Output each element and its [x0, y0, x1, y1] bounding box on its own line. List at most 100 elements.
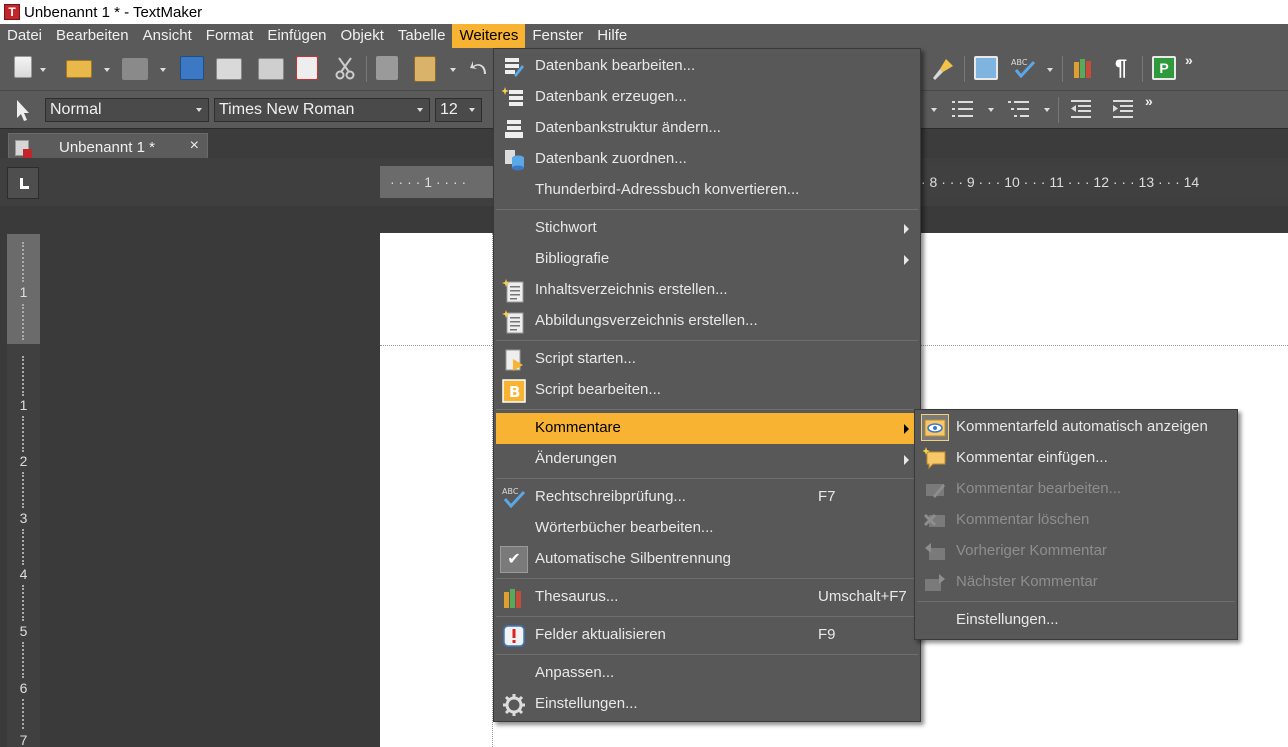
close-tab-icon[interactable]: × — [190, 137, 199, 155]
menu-item-label: Script starten... — [535, 350, 636, 367]
menu-hilfe[interactable]: Hilfe — [590, 24, 634, 48]
horizontal-ruler[interactable]: · · · · 1 · · · · — [380, 166, 494, 198]
horizontal-ruler-right[interactable]: · 8 · · · 9 · · · 10 · · · 11 · · · 12 ·… — [921, 166, 1288, 198]
menu-item-script-bearbeiten[interactable]: B Script bearbeiten... — [496, 375, 918, 406]
menu-objekt[interactable]: Objekt — [334, 24, 391, 48]
pilcrow-icon[interactable]: ¶ — [1110, 56, 1132, 80]
menu-separator — [496, 578, 918, 579]
vertical-ruler[interactable]: 1 1 2 3 4 5 6 7 — [7, 234, 40, 747]
menu-item-label: Rechtschreibprüfung... — [535, 488, 686, 505]
menu-separator — [917, 601, 1235, 602]
menu-item-abbildungsverzeichnis[interactable]: Abbildungsverzeichnis erstellen... — [496, 306, 918, 337]
menu-item-script-starten[interactable]: Script starten... — [496, 344, 918, 375]
copy-icon[interactable] — [376, 56, 398, 80]
cut-icon[interactable] — [334, 56, 356, 80]
submenu-item-kommentarfeld-anzeigen[interactable]: Kommentarfeld automatisch anzeigen — [917, 412, 1235, 443]
menu-item-label: Script bearbeiten... — [535, 381, 661, 398]
ruler-dots — [22, 416, 25, 452]
outline-list-dropdown-icon[interactable] — [1044, 108, 1050, 112]
align-dropdown-icon[interactable] — [931, 108, 937, 112]
menu-item-label: Bibliografie — [535, 250, 610, 267]
vruler-number: 4 — [19, 566, 28, 582]
outline-list-icon[interactable] — [1006, 97, 1032, 121]
pointer-icon[interactable] — [12, 97, 34, 123]
toolbar-overflow-icon[interactable]: » — [1185, 52, 1193, 68]
numbered-list-dropdown-icon[interactable] — [988, 108, 994, 112]
submenu-item-einstellungen[interactable]: Einstellungen... — [917, 605, 1235, 636]
comment-next-icon — [925, 574, 945, 591]
menu-format[interactable]: Format — [199, 24, 261, 48]
menu-item-label: Einstellungen... — [535, 695, 638, 712]
menu-item-label: Einstellungen... — [956, 611, 1059, 628]
paste-icon[interactable] — [414, 56, 436, 82]
menu-bearbeiten[interactable]: Bearbeiten — [49, 24, 136, 48]
spellcheck-dropdown-icon[interactable] — [1047, 68, 1053, 72]
format-painter-icon[interactable] — [930, 56, 956, 82]
decrease-indent-icon[interactable] — [1068, 97, 1094, 121]
camera-icon[interactable] — [122, 58, 148, 80]
submenu-item-kommentar-bearbeiten: Kommentar bearbeiten... — [917, 474, 1235, 505]
paste-dropdown-icon[interactable] — [450, 68, 456, 72]
menu-item-bibliografie[interactable]: Bibliografie — [496, 244, 918, 275]
menu-fenster[interactable]: Fenster — [525, 24, 590, 48]
menu-ansicht[interactable]: Ansicht — [136, 24, 199, 48]
font-combo[interactable]: Times New Roman — [214, 98, 430, 122]
menu-item-datenbankstruktur-aendern[interactable]: Datenbankstruktur ändern... — [496, 113, 918, 144]
menu-item-label: Anpassen... — [535, 664, 615, 681]
print-preview-icon[interactable] — [258, 58, 284, 80]
menu-item-datenbank-bearbeiten[interactable]: Datenbank bearbeiten... — [496, 51, 918, 82]
menu-item-woerterbuecher[interactable]: Wörterbücher bearbeiten... — [496, 513, 918, 544]
toolbar-separator — [1062, 56, 1063, 82]
numbered-list-icon[interactable] — [950, 97, 976, 121]
menu-item-datenbank-zuordnen[interactable]: Datenbank zuordnen... — [496, 144, 918, 175]
open-folder-icon[interactable] — [66, 60, 92, 78]
ruler-dots — [22, 699, 25, 729]
style-combo[interactable]: Normal — [45, 98, 209, 122]
svg-text:ABC: ABC — [502, 487, 519, 496]
menu-einfuegen[interactable]: Einfügen — [260, 24, 333, 48]
print-icon[interactable] — [216, 58, 242, 80]
menu-item-anpassen[interactable]: Anpassen... — [496, 658, 918, 689]
save-icon[interactable] — [180, 56, 204, 80]
menu-item-silbentrennung[interactable]: ✔ Automatische Silbentrennung — [496, 544, 918, 575]
menu-item-einstellungen[interactable]: Einstellungen... — [496, 689, 918, 720]
thesaurus-toolbar-icon[interactable] — [1072, 56, 1096, 80]
menu-item-felder-aktualisieren[interactable]: Felder aktualisieren F9 — [496, 620, 918, 651]
open-dropdown-icon[interactable] — [104, 68, 110, 72]
menu-item-label: Kommentar bearbeiten... — [956, 480, 1122, 497]
menu-datei[interactable]: Datei — [0, 24, 49, 48]
menu-item-thunderbird-konvertieren[interactable]: Thunderbird-Adressbuch konvertieren... — [496, 175, 918, 206]
format-toolbar-overflow-icon[interactable]: » — [1145, 93, 1153, 109]
camera-dropdown-icon[interactable] — [160, 68, 166, 72]
menu-tabelle[interactable]: Tabelle — [391, 24, 453, 48]
menu-item-aenderungen[interactable]: Änderungen — [496, 444, 918, 475]
window-title: Unbenannt 1 * - TextMaker — [24, 3, 203, 21]
menu-item-kommentare[interactable]: Kommentare — [496, 413, 918, 444]
menu-item-label: Stichwort — [535, 219, 597, 236]
menu-item-inhaltsverzeichnis[interactable]: Inhaltsverzeichnis erstellen... — [496, 275, 918, 306]
new-dropdown-icon[interactable] — [40, 68, 46, 72]
export-pdf-icon[interactable] — [296, 56, 318, 80]
insert-picture-icon[interactable] — [974, 56, 998, 80]
tab-stop-type-button[interactable] — [7, 167, 39, 199]
menu-item-label: Nächster Kommentar — [956, 573, 1098, 590]
font-value: Times New Roman — [219, 101, 355, 118]
submenu-item-kommentar-einfuegen[interactable]: Kommentar einfügen... — [917, 443, 1235, 474]
spellcheck-toolbar-icon[interactable]: ABC — [1010, 56, 1038, 80]
undo-icon[interactable] — [468, 56, 490, 80]
db-structure-icon — [505, 120, 523, 138]
document-tab-label: Unbenannt 1 * — [59, 139, 155, 156]
menu-item-thesaurus[interactable]: Thesaurus... Umschalt+F7 — [496, 582, 918, 613]
menu-item-rechtschreibpruefung[interactable]: ABC Rechtschreibprüfung... F7 — [496, 482, 918, 513]
menu-item-label: Abbildungsverzeichnis erstellen... — [535, 312, 758, 329]
menu-item-datenbank-erzeugen[interactable]: Datenbank erzeugen... — [496, 82, 918, 113]
menu-item-stichwort[interactable]: Stichwort — [496, 213, 918, 244]
document-tab[interactable]: Unbenannt 1 * × — [8, 133, 208, 159]
submenu-arrow-icon — [904, 455, 909, 465]
increase-indent-icon[interactable] — [1110, 97, 1136, 121]
new-document-icon[interactable] — [14, 56, 32, 78]
menu-weiteres[interactable]: Weiteres — [452, 24, 526, 48]
presentation-icon[interactable]: P — [1152, 56, 1176, 80]
font-size-combo[interactable]: 12 — [435, 98, 482, 122]
vruler-number: 1 — [19, 397, 28, 413]
